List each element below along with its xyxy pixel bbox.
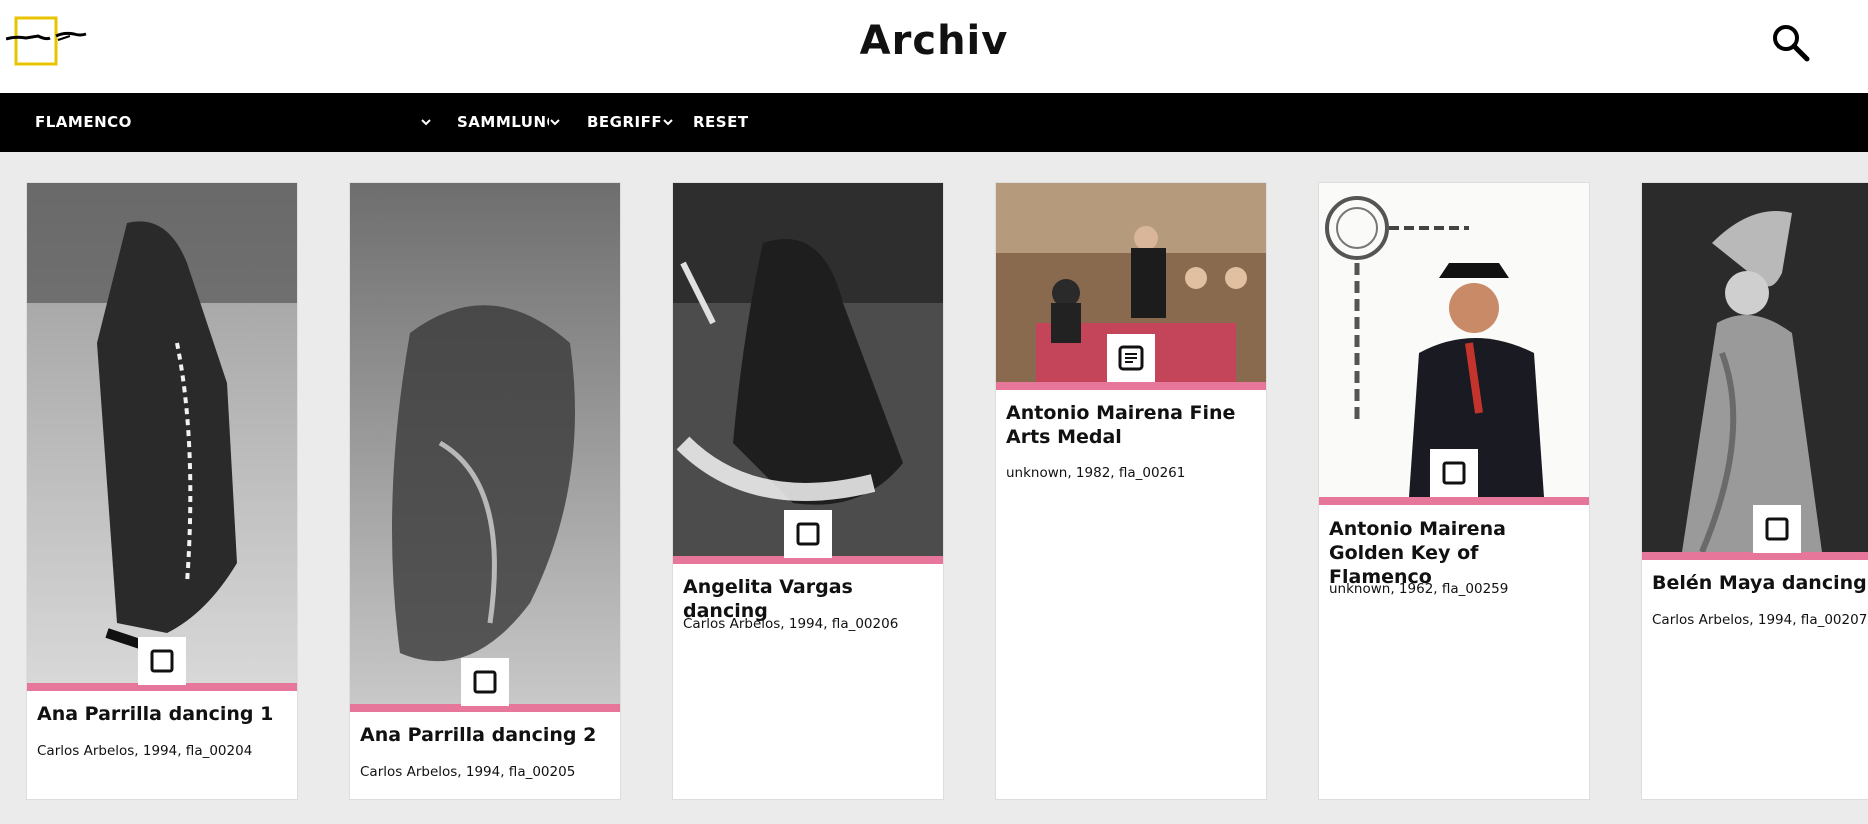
card-title[interactable]: Belén Maya dancing — [1652, 571, 1867, 595]
page-title: Archiv — [859, 18, 1009, 64]
accent-bar — [1642, 552, 1868, 560]
image-type-icon[interactable] — [138, 637, 186, 685]
chevron-down-icon — [549, 93, 561, 152]
archive-card[interactable]: Angelita Vargas dancing Carlos Arbelos, … — [672, 182, 944, 800]
card-title[interactable]: Ana Parrilla dancing 2 — [360, 723, 612, 747]
card-image[interactable] — [673, 183, 943, 556]
card-title[interactable]: Ana Parrilla dancing 1 — [37, 702, 289, 726]
document-type-icon[interactable] — [1107, 334, 1155, 382]
sammlung-dropdown[interactable]: SAMMLUNG — [457, 93, 565, 152]
begriff-dropdown[interactable]: BEGRIFF — [587, 93, 673, 152]
archive-card[interactable]: Ana Parrilla dancing 2 Carlos Arbelos, 1… — [349, 182, 621, 800]
archive-card[interactable]: Antonio Mairena Golden Key of Flamenco u… — [1318, 182, 1590, 800]
card-meta: Carlos Arbelos, 1994, fla_00207 — [1652, 612, 1867, 628]
card-image[interactable] — [27, 183, 297, 683]
image-type-icon[interactable] — [1430, 449, 1478, 497]
card-meta: Carlos Arbelos, 1994, fla_00206 — [683, 616, 899, 632]
filter-bar: FLAMENCO SAMMLUNG BEGRIFF RESET — [0, 93, 1868, 152]
sammlung-label: SAMMLUNG — [457, 113, 549, 131]
card-meta: Carlos Arbelos, 1994, fla_00205 — [360, 764, 576, 780]
card-meta: unknown, 1982, fla_00261 — [1006, 465, 1186, 481]
card-title[interactable]: Antonio Mairena Golden Key of Flamenco — [1329, 517, 1581, 589]
accent-bar — [996, 382, 1266, 390]
image-type-icon[interactable] — [461, 658, 509, 706]
image-type-icon[interactable] — [1753, 505, 1801, 553]
accent-bar — [1319, 497, 1589, 505]
archive-card[interactable]: Ana Parrilla dancing 1 Carlos Arbelos, 1… — [26, 182, 298, 800]
app-header: Archiv — [0, 0, 1868, 93]
reset-label: RESET — [693, 113, 749, 131]
search-icon[interactable] — [1768, 20, 1814, 66]
card-meta: unknown, 1962, fla_00259 — [1329, 581, 1509, 597]
chevron-down-icon — [420, 93, 432, 152]
image-type-icon[interactable] — [784, 510, 832, 558]
begriff-label: BEGRIFF — [587, 113, 663, 131]
collection-select[interactable]: FLAMENCO — [35, 93, 435, 152]
card-meta: Carlos Arbelos, 1994, fla_00204 — [37, 743, 253, 759]
card-image[interactable] — [1642, 183, 1868, 552]
chevron-down-icon — [662, 93, 673, 152]
archive-card[interactable]: Belén Maya dancing Carlos Arbelos, 1994,… — [1641, 182, 1868, 800]
archive-card[interactable]: Antonio Mairena Fine Arts Medal unknown,… — [995, 182, 1267, 800]
reset-button[interactable]: RESET — [693, 93, 753, 152]
card-image[interactable] — [350, 183, 620, 704]
collection-select-value: FLAMENCO — [35, 113, 132, 131]
card-title[interactable]: Antonio Mairena Fine Arts Medal — [1006, 401, 1258, 449]
